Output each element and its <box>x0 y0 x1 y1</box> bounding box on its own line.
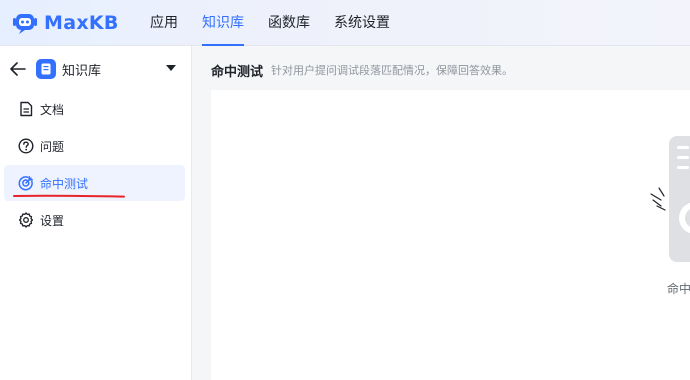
target-icon <box>18 176 33 191</box>
sidebar-item-documents[interactable]: 文档 <box>4 91 185 127</box>
kb-title[interactable]: 知识库 <box>62 60 101 79</box>
question-icon <box>18 138 34 154</box>
gear-icon <box>18 212 34 228</box>
page-description: 针对用户提问调试段落匹配情况，保障回答效果。 <box>271 64 514 77</box>
nav-item-knowledge-base[interactable]: 知识库 <box>202 0 244 46</box>
sidebar-item-questions[interactable]: 问题 <box>4 128 185 164</box>
hit-test-panel: 命中 <box>211 90 690 380</box>
sidebar-item-label: 问题 <box>40 140 65 154</box>
kb-avatar-icon <box>36 59 56 79</box>
logo-text: MaxKB <box>44 12 119 34</box>
top-navigation-bar: MaxKB 应用 知识库 函数库 系统设置 <box>0 0 690 46</box>
empty-state-illustration-icon <box>650 136 690 262</box>
page-header: 命中测试 针对用户提问调试段落匹配情况，保障回答效果。 <box>211 60 513 80</box>
sidebar-item-label: 文档 <box>40 103 65 117</box>
document-icon <box>20 101 33 117</box>
page-title: 命中测试 <box>211 64 264 80</box>
caret-down-icon[interactable] <box>166 65 176 71</box>
main-nav: 应用 知识库 函数库 系统设置 <box>150 0 414 46</box>
sidebar-item-settings[interactable]: 设置 <box>4 202 185 238</box>
sidebar-item-label: 命中测试 <box>40 177 89 191</box>
red-underline-annotation <box>13 194 125 198</box>
back-arrow-icon[interactable] <box>10 62 26 76</box>
app-logo[interactable]: MaxKB <box>12 10 119 36</box>
nav-item-system-settings[interactable]: 系统设置 <box>334 0 390 46</box>
nav-item-functions[interactable]: 函数库 <box>268 0 310 46</box>
kb-header: 知识库 <box>0 46 192 92</box>
nav-item-apps[interactable]: 应用 <box>150 0 178 46</box>
sidebar-item-label: 设置 <box>40 214 65 228</box>
sidebar: 知识库 文档 问题 命中测试 设置 <box>0 46 192 380</box>
empty-state-text: 命中 <box>667 282 690 296</box>
logo-robot-icon <box>13 14 37 34</box>
